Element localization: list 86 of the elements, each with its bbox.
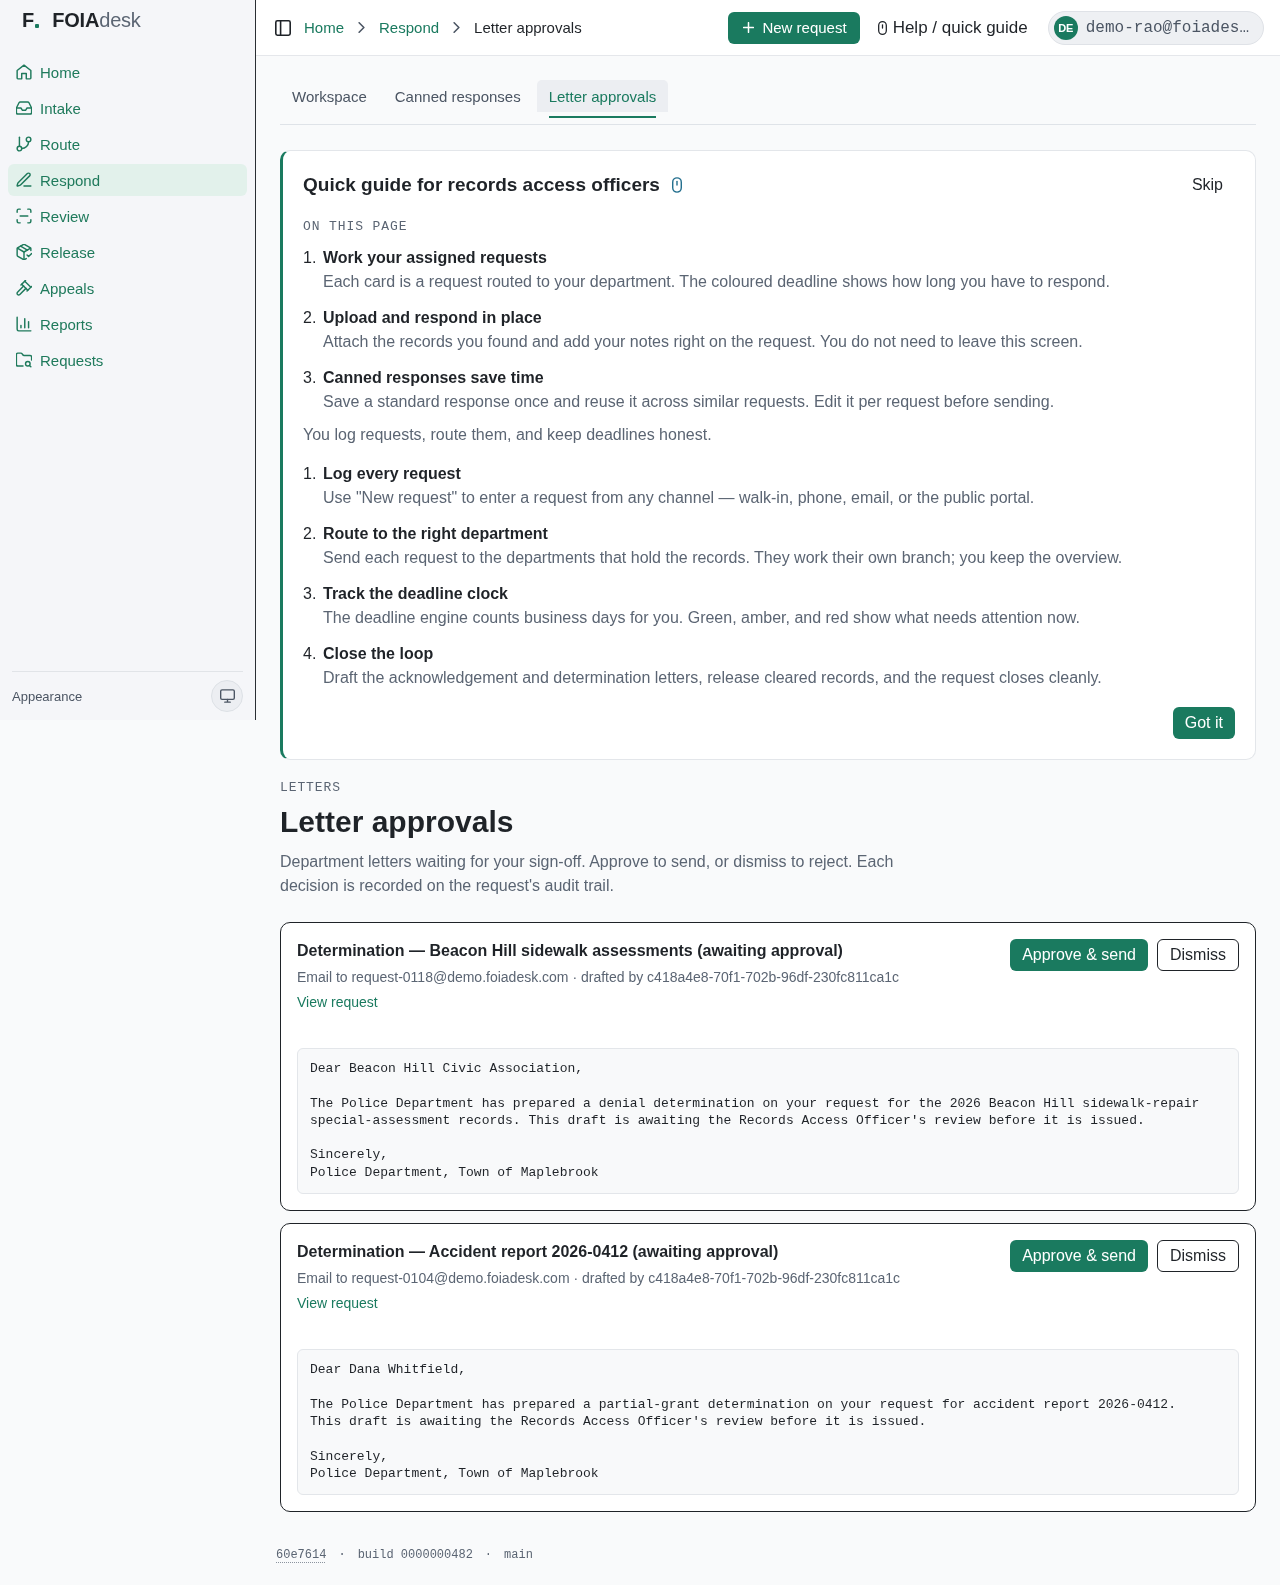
letter-title: Determination — Accident report 2026-0412 (awaiting approval) xyxy=(297,1242,779,1263)
step-title: Track the deadline clock xyxy=(323,584,508,604)
monitor-icon xyxy=(219,689,235,703)
page-description: Department letters waiting for your sign-off. Approve to send, or dismiss to reject. Each decision is recorded on the request's audit trail. xyxy=(280,852,895,896)
tab[interactable]: Workspace xyxy=(280,80,379,118)
sidebar-toggle-button[interactable] xyxy=(275,19,291,36)
letter-meta: Email to request-0104@demo.foiadesk.com · drafted by c418a4e8-70f1-702b-96df-230fc811ca1c xyxy=(297,1269,901,1289)
step-title: Close the loop xyxy=(323,644,434,664)
letter-meta: Email to request-0118@demo.foiadesk.com · drafted by c418a4e8-70f1-702b-96df-230fc811ca1c xyxy=(297,968,900,987)
sidebar-icon xyxy=(275,19,291,36)
step-description: Send each request to the departments that hold the records. They work their own branch; you keep the overview. xyxy=(323,548,1123,568)
dismiss-button[interactable]: Dismiss xyxy=(1157,939,1239,971)
breadcrumb-link[interactable]: Respond xyxy=(379,19,440,36)
step-title: Work your assigned requests xyxy=(323,248,547,268)
account-button[interactable]: DE demo-rao@foiades… xyxy=(1047,10,1264,45)
nav-item[interactable]: Respond xyxy=(8,164,247,196)
new-request-button[interactable]: New request xyxy=(728,11,860,44)
nav-item[interactable]: Release xyxy=(8,236,247,268)
mouse-icon xyxy=(671,177,682,193)
branch-icon xyxy=(16,136,32,152)
step-description: Each card is a request routed to your department. The coloured deadline shows how long you have to respond. xyxy=(323,272,1110,292)
guide-title: Quick guide for records access officers xyxy=(303,173,660,197)
chevron-right-icon xyxy=(453,22,461,33)
logo-mark: F xyxy=(22,10,40,30)
appearance-label: Appearance xyxy=(12,688,83,704)
step-description: Draft the acknowledgement and determination letters, release cleared records, and the request closes cleanly. xyxy=(323,668,1102,688)
mouse-icon xyxy=(877,20,887,35)
step-title: Route to the right department xyxy=(323,524,548,544)
pencil-icon xyxy=(16,172,32,188)
footer-text: build 0000000482 xyxy=(357,1547,473,1564)
appearance-button[interactable] xyxy=(211,680,243,712)
step-number: 2. xyxy=(303,308,318,328)
step-number: 1. xyxy=(303,464,318,484)
folder-search-icon xyxy=(16,352,32,368)
chevron-right-icon xyxy=(358,22,365,33)
letter-title: Determination — Beacon Hill sidewalk assessments (awaiting approval) xyxy=(297,941,843,961)
tab[interactable]: Canned responses xyxy=(382,80,533,118)
nav-item[interactable]: Reports xyxy=(8,308,247,340)
skip-button[interactable]: Skip xyxy=(1179,170,1235,200)
step-number: 4. xyxy=(303,644,318,664)
step-number: 2. xyxy=(303,524,318,544)
step-description: Use "New request" to enter a request from any channel — walk-in, phone, email, or the public portal. xyxy=(323,488,1035,508)
help-link[interactable]: Help / quick guide xyxy=(877,17,1028,38)
step-title: Canned responses save time xyxy=(323,368,544,388)
home-icon xyxy=(16,64,32,80)
nav-item[interactable]: Appeals xyxy=(8,272,247,304)
commit-hash: 60e7614 xyxy=(276,1547,327,1564)
inbox-icon xyxy=(16,100,32,116)
view-request-link[interactable]: View request xyxy=(297,1293,378,1314)
scan-icon xyxy=(16,208,32,224)
step-number: 3. xyxy=(303,368,318,388)
dismiss-button[interactable]: Dismiss xyxy=(1157,1240,1239,1273)
step-number: 3. xyxy=(303,584,318,604)
step-title: Upload and respond in place xyxy=(323,308,542,328)
logo-wordmark: FOIAdesk xyxy=(52,8,141,32)
guide-intro: You log requests, route them, and keep deadlines honest. xyxy=(303,425,713,445)
approve-button[interactable]: Approve & send xyxy=(1010,1240,1148,1273)
breadcrumb-link[interactable]: Home xyxy=(304,19,344,36)
footer-separator: · xyxy=(338,1547,346,1564)
page-title: Letter approvals xyxy=(280,804,514,840)
letter-body: Dear Beacon Hill Civic Association, The Police Department has prepared a denial determination on your request for the 2026 Beacon Hill sidewalk-repair special-assessment records. This draft is awaiting the Records Access Officer's review before it is issued. Sincerely, Police Department, Town of Maplebrook xyxy=(297,1048,1239,1195)
breadcrumb-current: Letter approvals xyxy=(474,19,582,36)
step-description: Save a standard response once and reuse it across similar requests. Edit it per request before sending. xyxy=(323,392,1055,412)
approve-button[interactable]: Approve & send xyxy=(1010,939,1148,971)
avatar: DE xyxy=(1053,15,1078,40)
section-label: LETTERS xyxy=(280,780,341,796)
step-description: The deadline engine counts business days for you. Green, amber, and red show what needs attention now. xyxy=(323,608,1080,628)
view-request-link[interactable]: View request xyxy=(297,992,378,1012)
step-description: Attach the records you found and add your notes right on the request. You do not need to leave this screen. xyxy=(323,332,1083,352)
footer-separator: · xyxy=(484,1547,493,1564)
bar-chart-icon xyxy=(16,316,32,332)
footer-text: main xyxy=(504,1547,533,1564)
step-number: 1. xyxy=(303,248,318,268)
section-label: ON THIS PAGE xyxy=(303,218,409,236)
got-it-button[interactable]: Got it xyxy=(1172,707,1235,739)
step-title: Log every request xyxy=(323,464,461,484)
nav-item[interactable]: Route xyxy=(8,128,247,160)
letter-body: Dear Dana Whitfield, The Police Department has prepared a partial-grant determination on your request for accident report 2026-0412. This draft is awaiting the Records Access Officer's review before it is issued. Sincerely, Police Department, Town of Maplebrook xyxy=(297,1349,1239,1496)
nav-item[interactable]: Requests xyxy=(8,344,247,376)
nav-item[interactable]: Review xyxy=(8,200,247,232)
tab[interactable]: Letter approvals xyxy=(536,80,669,118)
nav-item[interactable]: Home xyxy=(8,56,247,88)
package-check-icon xyxy=(16,244,32,260)
nav-item[interactable]: Intake xyxy=(8,92,247,124)
plus-icon xyxy=(743,22,755,33)
gavel-icon xyxy=(16,280,32,296)
